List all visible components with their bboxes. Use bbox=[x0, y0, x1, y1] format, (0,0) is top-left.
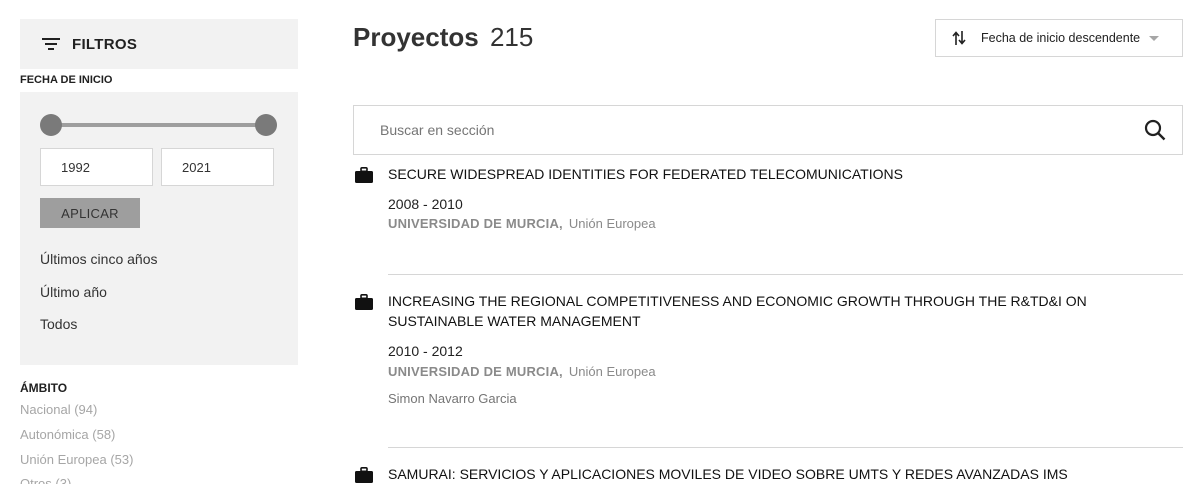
date-filter-panel: 1992 2021 APLICAR Últimos cinco años Últ… bbox=[20, 92, 298, 365]
project-title[interactable]: SAMURAI: SERVICIOS Y APLICACIONES MOVILE… bbox=[388, 464, 1148, 484]
project-university: UNIVERSIDAD DE MURCIA, bbox=[388, 364, 563, 379]
project-university: UNIVERSIDAD DE MURCIA, bbox=[388, 216, 563, 231]
divider bbox=[388, 274, 1183, 275]
project-organization: UNIVERSIDAD DE MURCIA, Unión Europea bbox=[388, 364, 656, 379]
page-title-label: Proyectos bbox=[353, 22, 479, 52]
project-organization: UNIVERSIDAD DE MURCIA, Unión Europea bbox=[388, 216, 656, 231]
search-icon[interactable] bbox=[1144, 119, 1166, 141]
apply-button[interactable]: APLICAR bbox=[40, 198, 140, 228]
briefcase-icon bbox=[355, 167, 373, 183]
year-range-max-handle[interactable] bbox=[255, 114, 277, 136]
project-title[interactable]: SECURE WIDESPREAD IDENTITIES FOR FEDERAT… bbox=[388, 164, 1148, 184]
scope-section-title: ÁMBITO bbox=[20, 381, 68, 395]
project-years: 2008 - 2010 bbox=[388, 196, 463, 212]
section-search bbox=[353, 105, 1183, 155]
chevron-down-icon bbox=[1149, 35, 1160, 41]
divider bbox=[388, 447, 1183, 448]
scope-item-otros[interactable]: Otros (3) bbox=[20, 476, 71, 484]
sort-label: Fecha de inicio descendente bbox=[981, 31, 1141, 45]
year-from-input[interactable]: 1992 bbox=[40, 148, 153, 186]
project-researcher[interactable]: Simon Navarro Garcia bbox=[388, 391, 517, 406]
search-input[interactable] bbox=[354, 106, 1144, 154]
page-title: Proyectos 215 bbox=[353, 22, 533, 53]
results-count: 215 bbox=[489, 22, 534, 52]
project-title[interactable]: INCREASING THE REGIONAL COMPETITIVENESS … bbox=[388, 291, 1148, 331]
range-link-last-year[interactable]: Último año bbox=[40, 284, 107, 300]
filters-title: FILTROS bbox=[72, 35, 138, 53]
scope-item-union-europea[interactable]: Unión Europea (53) bbox=[20, 452, 133, 467]
year-range-track[interactable] bbox=[51, 123, 266, 127]
sort-icon bbox=[952, 31, 966, 45]
scope-item-nacional[interactable]: Nacional (94) bbox=[20, 402, 97, 417]
year-to-input[interactable]: 2021 bbox=[161, 148, 274, 186]
briefcase-icon bbox=[355, 294, 373, 310]
briefcase-icon bbox=[355, 467, 373, 483]
range-link-all[interactable]: Todos bbox=[40, 316, 77, 332]
year-range-min-handle[interactable] bbox=[40, 114, 62, 136]
project-funder: Unión Europea bbox=[568, 216, 656, 231]
filter-icon bbox=[42, 38, 60, 50]
filters-header: FILTROS bbox=[20, 19, 298, 69]
date-section-title: FECHA DE INICIO bbox=[20, 74, 113, 86]
project-years: 2010 - 2012 bbox=[388, 343, 463, 359]
scope-item-autonomica[interactable]: Autonómica (58) bbox=[20, 427, 115, 442]
sort-dropdown[interactable]: Fecha de inicio descendente bbox=[935, 19, 1183, 57]
range-link-last-five-years[interactable]: Últimos cinco años bbox=[40, 251, 158, 267]
project-funder: Unión Europea bbox=[568, 364, 656, 379]
